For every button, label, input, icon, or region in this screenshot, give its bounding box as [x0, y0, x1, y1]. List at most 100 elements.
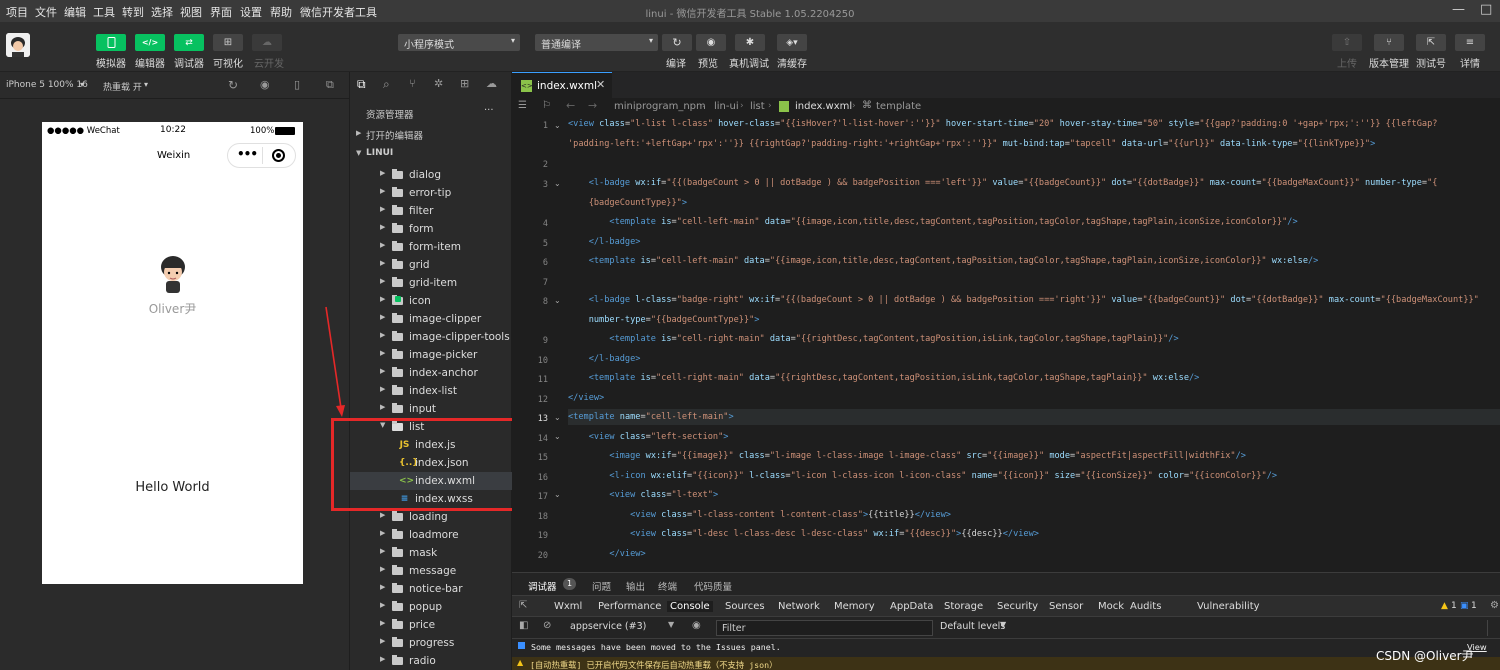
panel-tab-vulnerability[interactable]: Vulnerability [1197, 601, 1260, 612]
detach-icon[interactable]: ⧉ [326, 78, 334, 92]
folder-mask[interactable]: ▶ mask [350, 544, 512, 562]
code-line[interactable]: </view> [568, 549, 645, 563]
close-icon[interactable] [272, 149, 285, 162]
extensions-icon[interactable]: ⊞ [460, 77, 469, 90]
preview-button[interactable]: ◉ [696, 34, 726, 51]
chevron-down-icon[interactable]: ▼ [668, 620, 674, 629]
levels-select[interactable]: Default levels [940, 621, 1005, 632]
hot-reload-toggle[interactable]: 热重载 开 [103, 80, 142, 93]
code-line[interactable]: number-type="{{badgeCountType}}"> [568, 315, 760, 329]
folder-input[interactable]: ▶ input [350, 400, 512, 418]
folder-icon[interactable]: ▶ icon [350, 292, 512, 310]
context-select[interactable]: appservice (#3) [570, 621, 646, 632]
list-icon[interactable]: ☰ [518, 100, 527, 111]
fold-icon[interactable]: ⌄ [554, 296, 561, 305]
test-account-button[interactable]: ⇱ [1416, 34, 1446, 51]
warning-count[interactable]: 1 [1451, 601, 1457, 611]
compile-select[interactable]: 普通编译 ▾ [535, 34, 658, 51]
folder-image-clipper[interactable]: ▶ image-clipper [350, 310, 512, 328]
chevron-down-icon[interactable]: ▾ [144, 80, 148, 89]
breadcrumb-item[interactable]: lin-ui [714, 101, 739, 112]
user-avatar[interactable] [158, 253, 188, 293]
code-line[interactable]: {badgeCountType}}"> [568, 198, 687, 212]
filter-input[interactable]: Filter [716, 620, 933, 636]
fold-icon[interactable]: ⌄ [554, 179, 561, 188]
editor-button[interactable]: </> [135, 34, 165, 51]
panel-tab-mock[interactable]: Mock [1098, 601, 1124, 612]
cloud-button[interactable]: ☁ [252, 34, 282, 51]
code-line[interactable]: <l-badge l-class="badge-right" wx:if="{{… [568, 295, 1479, 309]
device-select[interactable]: iPhone 5 100% 16 [6, 80, 88, 90]
folder-radio[interactable]: ▶ radio [350, 652, 512, 670]
search-icon[interactable]: ⌕ [383, 77, 390, 92]
visual-button[interactable]: ⊞ [213, 34, 243, 51]
version-button[interactable]: ⑂ [1374, 34, 1404, 51]
folder-index-anchor[interactable]: ▶ index-anchor [350, 364, 512, 382]
breadcrumb-item[interactable]: template [876, 101, 921, 112]
code-line[interactable]: <l-icon wx:elif="{{icon}}" l-class="l-ic… [568, 471, 1277, 485]
breadcrumb-item[interactable]: index.wxml [795, 101, 852, 112]
debug-icon[interactable]: ✲ [434, 77, 443, 90]
forward-icon[interactable]: → [588, 99, 597, 112]
mode-select[interactable]: 小程序模式 ▾ [398, 34, 520, 51]
git-icon[interactable]: ⑂ [409, 77, 416, 90]
folder-popup[interactable]: ▶ popup [350, 598, 512, 616]
avatar[interactable] [6, 33, 30, 57]
folder-loadmore[interactable]: ▶ loadmore [350, 526, 512, 544]
debugger-button[interactable]: ⇄ [174, 34, 204, 51]
folder-image-clipper-tools[interactable]: ▶ image-clipper-tools [350, 328, 512, 346]
fold-icon[interactable]: ⌄ [554, 121, 561, 130]
real-debug-button[interactable]: ✱ [735, 34, 765, 51]
folder-progress[interactable]: ▶ progress [350, 634, 512, 652]
more-icon[interactable]: ··· [484, 105, 494, 116]
tab-index-wxml[interactable]: <> index.wxml ✕ [512, 72, 612, 98]
maximize-icon[interactable]: □ [1480, 2, 1492, 17]
minimize-icon[interactable]: — [1452, 2, 1465, 17]
settings-icon[interactable]: ⚙ [1490, 600, 1499, 611]
folder-error-tip[interactable]: ▶ error-tip [350, 184, 512, 202]
back-icon[interactable]: ← [566, 99, 575, 112]
chevron-down-icon[interactable]: ▾ [80, 80, 84, 89]
folder-filter[interactable]: ▶ filter [350, 202, 512, 220]
code-line[interactable]: <view class="left-section"> [568, 432, 729, 446]
panel-tab-audits[interactable]: Audits [1130, 601, 1161, 612]
sidebar-toggle-icon[interactable]: ◧ [519, 620, 528, 631]
folder-message[interactable]: ▶ message [350, 562, 512, 580]
panel-tab-wxml[interactable]: Wxml [554, 601, 582, 612]
eye-icon[interactable]: ◉ [692, 620, 701, 631]
folder-form[interactable]: ▶ form [350, 220, 512, 238]
open-editors-header[interactable]: 打开的编辑器 [366, 128, 423, 142]
fold-icon[interactable]: ⌄ [554, 432, 561, 441]
rotate-icon[interactable]: ↻ [228, 78, 238, 92]
folder-grid-item[interactable]: ▶ grid-item [350, 274, 512, 292]
code-line[interactable]: </l-badge> [568, 237, 641, 251]
folder-form-item[interactable]: ▶ form-item [350, 238, 512, 256]
panel-tab-storage[interactable]: Storage [944, 601, 983, 612]
simulator-button[interactable] [96, 34, 126, 51]
code-line[interactable]: <template is="cell-right-main" data="{{r… [568, 373, 1200, 387]
code-line[interactable]: <template is="cell-left-main" data="{{im… [568, 217, 1297, 231]
folder-grid[interactable]: ▶ grid [350, 256, 512, 274]
code-line[interactable]: <view class="l-desc l-class-desc l-desc-… [568, 529, 1039, 543]
cloud-icon[interactable]: ☁ [486, 77, 497, 90]
upload-button[interactable]: ⇧ [1332, 34, 1362, 51]
panel-tab-sources[interactable]: Sources [725, 601, 765, 612]
panel-tab-appdata[interactable]: AppData [890, 601, 933, 612]
files-icon[interactable]: ⧉ [357, 77, 366, 92]
code-line[interactable]: <view class="l-text"> [568, 490, 718, 504]
code-line[interactable]: <template name="cell-left-main"> [568, 412, 734, 426]
code-line[interactable]: </l-badge> [568, 354, 641, 368]
bookmark-icon[interactable]: ⚐ [542, 100, 551, 111]
fold-icon[interactable]: ⌄ [554, 490, 561, 499]
breadcrumb-item[interactable]: list [750, 101, 765, 112]
code-line[interactable]: <l-badge wx:if="{{(badgeCount > 0 || dot… [568, 178, 1438, 192]
project-root[interactable]: LINUI [366, 148, 393, 158]
panel-tab-performance[interactable]: Performance [598, 601, 661, 612]
panel-tab-sensor[interactable]: Sensor [1049, 601, 1083, 612]
code-line[interactable]: <view class="l-list l-class" hover-class… [568, 119, 1437, 133]
fold-icon[interactable]: ⌄ [554, 413, 561, 422]
folder-notice-bar[interactable]: ▶ notice-bar [350, 580, 512, 598]
record-icon[interactable]: ◉ [260, 78, 270, 91]
code-line[interactable]: 'padding-left:'+leftGap+'rpx':''}} {{rig… [568, 139, 1375, 153]
code-line[interactable]: <image wx:if="{{image}}" class="l-image … [568, 451, 1246, 465]
